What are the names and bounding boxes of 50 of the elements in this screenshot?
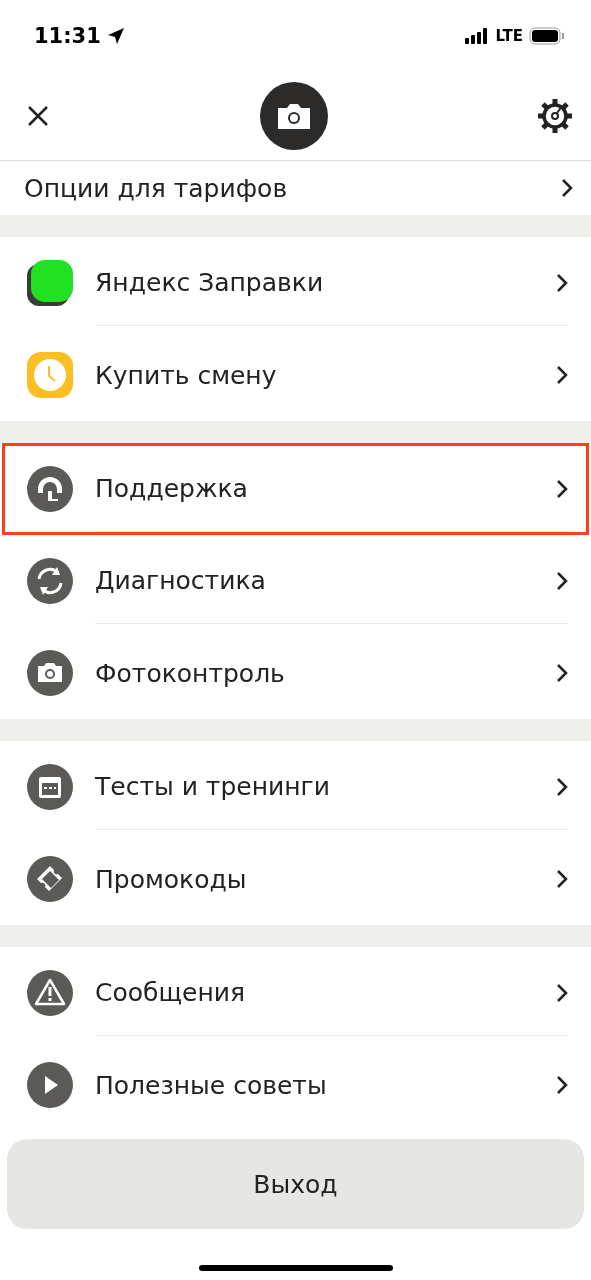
highlighted-menu-row[interactable]: Поддержка <box>2 443 589 535</box>
menu-row[interactable]: Фотоконтроль <box>2 627 589 719</box>
camera-icon <box>27 650 73 696</box>
menu-row[interactable]: Полезные советы <box>2 1039 589 1131</box>
clock-icon <box>27 352 73 398</box>
menu-row[interactable]: Диагностика <box>2 535 589 627</box>
logout-button[interactable]: Выход <box>7 1139 584 1229</box>
chevron-icon <box>556 1075 568 1095</box>
chevron-icon <box>556 478 568 499</box>
menu-label: Сообщения <box>95 978 246 1007</box>
chevron-icon <box>556 982 568 1003</box>
play-icon <box>27 1062 73 1108</box>
menu-label: Поддержка <box>95 474 248 503</box>
battery-icon <box>529 27 565 45</box>
menu-label: Яндекс Заправки <box>95 268 324 297</box>
close-button[interactable] <box>26 104 50 128</box>
menu-label: Фотоконтроль <box>95 658 285 688</box>
menu-label: Купить смену <box>95 360 277 390</box>
chevron-icon <box>556 663 568 683</box>
menu-row[interactable]: Промокоды <box>2 833 589 925</box>
chevron-icon <box>556 570 568 591</box>
chevron-icon <box>556 365 568 385</box>
menu-label: Полезные советы <box>95 1070 327 1100</box>
menu-label: Диагностика <box>95 566 266 595</box>
menu-row[interactable]: Опции для тарифов <box>0 161 591 215</box>
status-time: 11:31 <box>34 24 101 48</box>
menu-row[interactable]: Сообщения <box>2 947 589 1039</box>
menu-row[interactable]: Яндекс Заправки <box>2 237 589 329</box>
chevron-icon <box>556 776 568 797</box>
refresh-icon <box>27 558 73 604</box>
settings-icon <box>537 98 573 134</box>
menu-label: Опции для тарифов <box>24 173 288 203</box>
warning-icon <box>27 970 73 1016</box>
app-icon <box>27 260 73 306</box>
menu-label: Тесты и тренинги <box>95 772 330 801</box>
camera-icon <box>276 102 311 130</box>
ticket-icon <box>27 856 73 902</box>
chevron-icon <box>556 272 568 293</box>
chevron-icon <box>556 869 568 889</box>
menu-label: Промокоды <box>95 864 247 894</box>
headset-icon <box>27 466 73 512</box>
calendar-icon <box>27 764 73 810</box>
signal-icon <box>465 28 490 44</box>
close-icon <box>26 104 50 128</box>
menu-row[interactable]: Тесты и тренинги <box>2 741 589 833</box>
location-arrow-icon <box>106 27 125 45</box>
menu-row[interactable]: Купить смену <box>2 329 589 421</box>
settings-button[interactable] <box>537 98 573 134</box>
chevron-icon <box>561 178 573 198</box>
network-label: LTE <box>495 27 523 45</box>
